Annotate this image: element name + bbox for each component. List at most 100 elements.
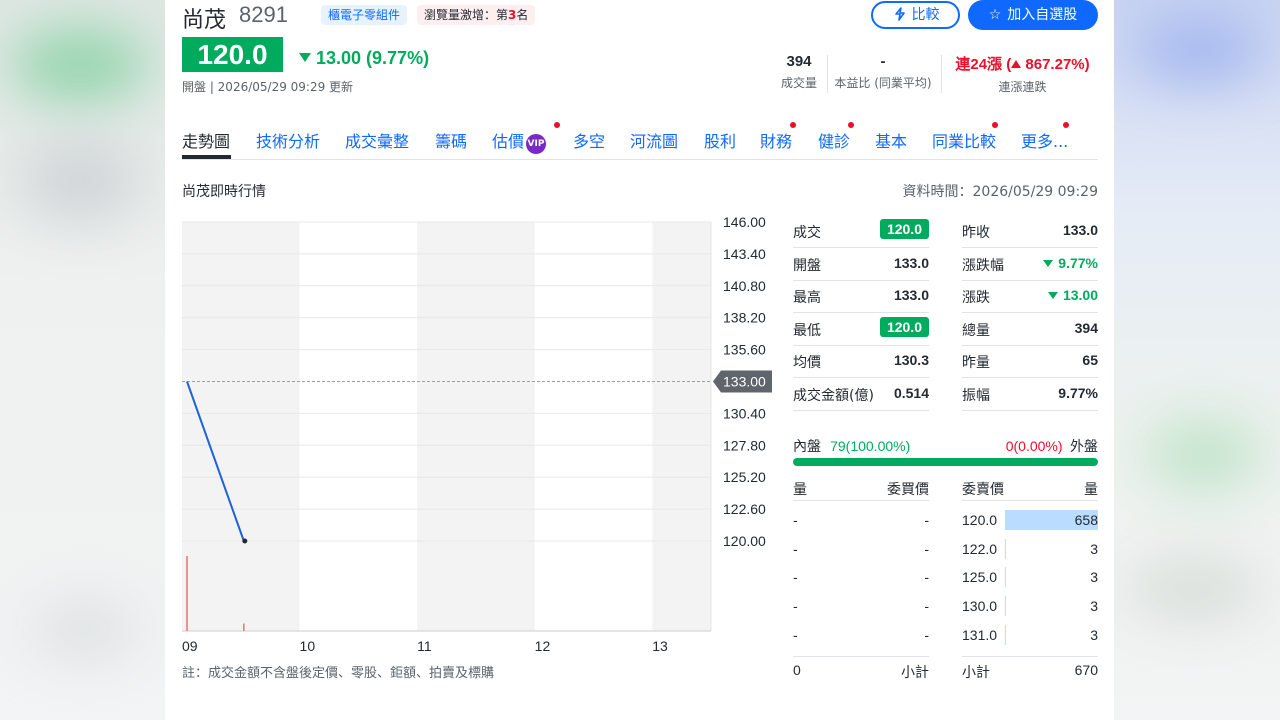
quote-label: 振幅 — [962, 387, 990, 404]
ask-volume-bar — [1005, 596, 1006, 617]
tab-technical[interactable]: 技術分析 — [256, 128, 320, 152]
tab-longshort[interactable]: 多空 — [573, 128, 605, 152]
notification-dot — [848, 122, 854, 128]
stat-pe-value: - — [880, 53, 886, 70]
quote-value-text: 13.00 — [1062, 287, 1098, 303]
quote-value: 120.0 — [879, 219, 929, 239]
tab-label: 技術分析 — [256, 132, 321, 151]
tab-label: 籌碼 — [435, 132, 468, 151]
ask-volume-bar — [1005, 624, 1006, 645]
y-tick-label: 130.40 — [723, 405, 766, 421]
inner-label: 內盤 — [793, 439, 821, 455]
intraday-chart[interactable]: 146.00 143.40 140.80 138.20 135.60 130.40 127.… — [165, 215, 780, 655]
bid-price: - — [924, 569, 929, 586]
stat-divider — [827, 55, 828, 93]
quote-value: 133.0 — [1062, 222, 1098, 238]
add-watchlist-button[interactable]: ☆ 加入自選股 — [968, 0, 1098, 30]
ask-price: 122.0 — [962, 540, 998, 557]
background-blob — [30, 600, 140, 660]
y-tick-label: 138.20 — [723, 310, 766, 326]
up-arrow-icon — [1011, 60, 1022, 68]
outer-value-pct: (0.00%) — [1013, 438, 1063, 454]
stat-volume-value: 394 — [786, 53, 812, 70]
y-tick-label: 146.00 — [723, 215, 766, 230]
quote-row: 均價 130.3 — [793, 345, 929, 378]
tab-financials[interactable]: 財務 — [760, 122, 796, 152]
orderbook-header-bid-volume: 量 — [793, 482, 807, 498]
quote-value: 133.0 — [893, 287, 929, 303]
rank-badge: 瀏覽量激增：第3名 — [417, 5, 536, 25]
quote-label: 成交 — [793, 225, 821, 241]
ask-volume: 3 — [1090, 626, 1098, 643]
bid-volume: - — [793, 598, 798, 615]
ask-volume-bar — [1005, 567, 1006, 588]
category-badge[interactable]: 櫃電子零組件 — [321, 5, 408, 25]
outer-label: 外盤 — [1070, 439, 1098, 455]
bid-volume: - — [793, 512, 798, 528]
ask-volume: 3 — [1090, 569, 1098, 586]
x-tick-label: 12 — [535, 638, 551, 654]
tab-label: 河流圖 — [630, 132, 679, 151]
tab-more[interactable]: 更多... — [1021, 122, 1069, 152]
down-arrow-icon — [299, 53, 311, 62]
tab-trades[interactable]: 成交彙整 — [345, 128, 409, 152]
background-blob — [1144, 420, 1264, 490]
divider — [793, 500, 929, 501]
ask-price: 125.0 — [962, 569, 998, 586]
outer-value-num: 0 — [1005, 438, 1014, 454]
tab-label: 財務 — [760, 132, 793, 151]
y-tick-label: 143.40 — [723, 246, 766, 262]
background-blob — [1124, 560, 1264, 620]
hour-band — [417, 222, 535, 631]
bid-volume: - — [793, 540, 798, 557]
inner-outer-bar — [793, 458, 1098, 466]
background-blob — [10, 30, 150, 100]
stat-streak-prefix: 連24漲 ( — [955, 56, 1012, 73]
quote-value: 9.77% — [1058, 384, 1098, 401]
compare-icon — [892, 5, 908, 29]
quote-value: 394 — [1074, 319, 1098, 336]
x-tick-label: 13 — [652, 638, 668, 654]
ask-volume: 3 — [1090, 598, 1098, 615]
tab-peer-compare[interactable]: 同業比較 — [932, 122, 998, 152]
tab-trend[interactable]: 走勢圖 — [182, 128, 231, 159]
background-right — [1114, 0, 1280, 720]
tab-valuation[interactable]: 估價 VIP — [492, 122, 560, 154]
quote-label: 總量 — [962, 322, 990, 339]
active-tab-underline — [182, 155, 231, 159]
compare-button[interactable]: 比較 — [871, 1, 960, 29]
current-price: 120.0 — [182, 37, 283, 72]
stat-streak: 連24漲 ( 867.27%) 連漲連跌 — [945, 53, 1100, 95]
stat-streak-num: 867.27%) — [1025, 56, 1090, 73]
star-icon: ☆ — [988, 7, 1002, 23]
compare-label: 比較 — [911, 7, 940, 23]
tab-river[interactable]: 河流圖 — [630, 128, 678, 152]
quote-row: 總量 394 — [962, 313, 1098, 346]
quote-label: 開盤 — [793, 257, 821, 274]
rank-badge-prefix: 瀏覽量激增：第 — [424, 8, 509, 22]
inner-outer-summary: 內盤 79(100.00%) 0(0.00%) 外盤 — [793, 436, 1098, 456]
stat-streak-label: 連漲連跌 — [998, 80, 1047, 94]
quote-value: 13.00 — [1047, 287, 1098, 303]
tab-health[interactable]: 健診 — [818, 122, 854, 152]
notification-dot — [790, 122, 796, 128]
market-status: 開盤 | 2026/05/29 09:29 更新 — [182, 80, 354, 94]
background-left — [0, 0, 165, 720]
stock-code: 8291 — [239, 2, 288, 27]
bid-volume: - — [793, 569, 798, 586]
tab-chips[interactable]: 籌碼 — [435, 128, 467, 152]
tab-basic[interactable]: 基本 — [875, 128, 907, 152]
price-change: 13.00 (9.77%) — [299, 48, 429, 69]
quote-value: 65 — [1082, 352, 1098, 368]
quote-row: 振幅 9.77% — [962, 378, 1098, 411]
footnote: 註：成交金額不含盤後定價、零股、鉅額、拍賣及標購 — [182, 666, 495, 681]
tab-label: 健診 — [818, 132, 851, 151]
tab-dividend[interactable]: 股利 — [704, 128, 736, 152]
quote-row: 漲跌幅 9.77% — [962, 248, 1098, 281]
tab-label: 多空 — [573, 132, 606, 151]
tab-label: 走勢圖 — [182, 132, 231, 151]
add-watchlist-label: 加入自選股 — [1007, 7, 1078, 23]
quote-value: 133.0 — [893, 254, 929, 271]
stat-streak-value: 連24漲 ( 867.27%) — [945, 53, 1100, 74]
tab-bar: 走勢圖 技術分析 成交彙整 籌碼 估價 VIP 多空 河流圖 股利 財務 健診 基… — [182, 122, 1098, 160]
